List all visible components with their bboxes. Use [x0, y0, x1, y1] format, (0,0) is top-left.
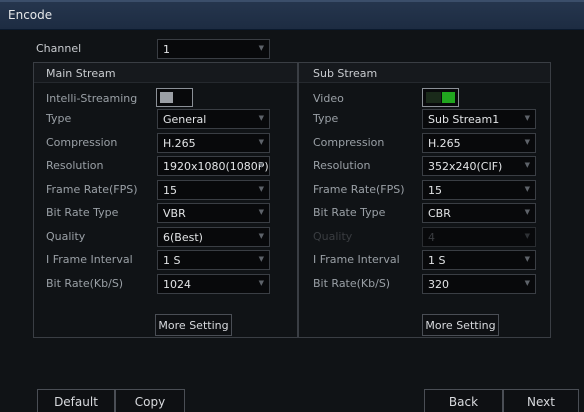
video-toggle[interactable]: [422, 88, 459, 107]
main-bit-rate-select[interactable]: 1024 ▼: [157, 273, 270, 294]
sub-type-select[interactable]: Sub Stream1 ▼: [422, 109, 536, 129]
sub-bit-rate-type-value: CBR: [428, 207, 451, 220]
main-quality-label: Quality: [46, 229, 86, 243]
sub-bit-rate-select[interactable]: 320 ▼: [422, 273, 536, 294]
channel-select[interactable]: 1 ▼: [157, 39, 270, 59]
sub-quality-label: Quality: [313, 229, 353, 243]
intelli-streaming-label: Intelli-Streaming: [46, 92, 138, 105]
sub-bit-rate-type-select[interactable]: CBR ▼: [422, 203, 536, 223]
dropdown-arrow-icon: ▼: [258, 278, 264, 287]
sub-more-setting-button[interactable]: More Setting: [422, 314, 499, 336]
main-more-setting-button[interactable]: More Setting: [155, 314, 232, 336]
sub-quality-select: 4 ▼: [422, 226, 536, 247]
sub-stream-header: Sub Stream: [313, 67, 378, 80]
main-i-frame-interval-select[interactable]: 1 S ▼: [157, 250, 270, 270]
toggle-knob: [160, 92, 173, 103]
sub-frame-rate-label: Frame Rate(FPS): [313, 182, 405, 196]
sub-resolution-value: 352x240(CIF): [428, 160, 503, 173]
channel-label: Channel: [36, 42, 82, 55]
copy-button[interactable]: Copy: [115, 389, 185, 412]
sub-bit-rate-value: 320: [428, 277, 449, 291]
sub-resolution-label: Resolution: [313, 159, 371, 172]
sub-type-value: Sub Stream1: [428, 113, 500, 126]
next-button[interactable]: Next: [503, 389, 579, 412]
dropdown-arrow-icon: ▼: [258, 208, 264, 216]
dropdown-arrow-icon: ▼: [524, 137, 530, 146]
sub-frame-rate-value: 15: [428, 183, 442, 197]
sub-bit-rate-type-label: Bit Rate Type: [313, 206, 386, 219]
main-bit-rate-type-label: Bit Rate Type: [46, 206, 119, 219]
window-title: Encode: [8, 8, 53, 22]
main-compression-select[interactable]: H.265 ▼: [157, 132, 270, 153]
main-i-frame-interval-label: I Frame Interval: [46, 253, 133, 266]
default-button[interactable]: Default: [37, 389, 115, 412]
sub-resolution-select[interactable]: 352x240(CIF) ▼: [422, 156, 536, 176]
dropdown-arrow-icon: ▼: [258, 231, 264, 240]
main-compression-label: Compression: [46, 135, 118, 149]
sub-quality-value: 4: [428, 230, 435, 244]
main-bit-rate-type-select[interactable]: VBR ▼: [157, 203, 270, 223]
main-frame-rate-select[interactable]: 15 ▼: [157, 179, 270, 200]
dropdown-arrow-icon: ▼: [524, 161, 530, 169]
dropdown-arrow-icon: ▼: [258, 137, 264, 146]
toggle-knob: [442, 92, 455, 103]
main-quality-select[interactable]: 6(Best) ▼: [157, 226, 270, 247]
dropdown-arrow-icon: ▼: [258, 161, 264, 169]
dropdown-arrow-icon: ▼: [524, 231, 530, 240]
sub-i-frame-interval-value: 1 S: [428, 254, 446, 267]
main-bit-rate-label: Bit Rate(Kb/S): [46, 276, 124, 290]
sub-bit-rate-label: Bit Rate(Kb/S): [313, 276, 391, 290]
toggle-track: [426, 92, 441, 103]
dropdown-arrow-icon: ▼: [258, 255, 264, 263]
main-bit-rate-value: 1024: [163, 277, 191, 291]
dropdown-arrow-icon: ▼: [524, 114, 530, 122]
main-stream-header: Main Stream: [46, 67, 116, 80]
main-i-frame-interval-value: 1 S: [163, 254, 181, 267]
main-type-select[interactable]: General ▼: [157, 109, 270, 129]
main-type-label: Type: [46, 112, 72, 125]
sub-frame-rate-select[interactable]: 15 ▼: [422, 179, 536, 200]
main-resolution-select[interactable]: 1920x1080(1080P) ▼: [157, 156, 270, 176]
titlebar-accent-line: [0, 0, 584, 2]
back-button[interactable]: Back: [424, 389, 503, 412]
sub-compression-label: Compression: [313, 135, 385, 149]
sub-type-label: Type: [313, 112, 339, 125]
main-quality-value: 6(Best): [163, 230, 203, 244]
sub-compression-value: H.265: [428, 136, 461, 150]
intelli-streaming-toggle[interactable]: [156, 88, 193, 107]
dropdown-arrow-icon: ▼: [258, 184, 264, 193]
video-label: Video: [313, 92, 344, 105]
main-frame-rate-label: Frame Rate(FPS): [46, 182, 138, 196]
window-titlebar: Encode: [0, 0, 584, 30]
main-type-value: General: [163, 113, 207, 126]
sub-compression-select[interactable]: H.265 ▼: [422, 132, 536, 153]
dropdown-arrow-icon: ▼: [258, 44, 264, 52]
dropdown-arrow-icon: ▼: [524, 255, 530, 263]
dropdown-arrow-icon: ▼: [524, 208, 530, 216]
main-frame-rate-value: 15: [163, 183, 177, 197]
dropdown-arrow-icon: ▼: [258, 114, 264, 122]
dropdown-arrow-icon: ▼: [524, 184, 530, 193]
channel-value: 1: [163, 43, 170, 56]
dropdown-arrow-icon: ▼: [524, 278, 530, 287]
sub-i-frame-interval-select[interactable]: 1 S ▼: [422, 250, 536, 270]
main-bit-rate-type-value: VBR: [163, 207, 186, 220]
main-compression-value: H.265: [163, 136, 196, 150]
main-resolution-label: Resolution: [46, 159, 104, 172]
sub-i-frame-interval-label: I Frame Interval: [313, 253, 400, 266]
main-resolution-value: 1920x1080(1080P): [163, 160, 269, 173]
